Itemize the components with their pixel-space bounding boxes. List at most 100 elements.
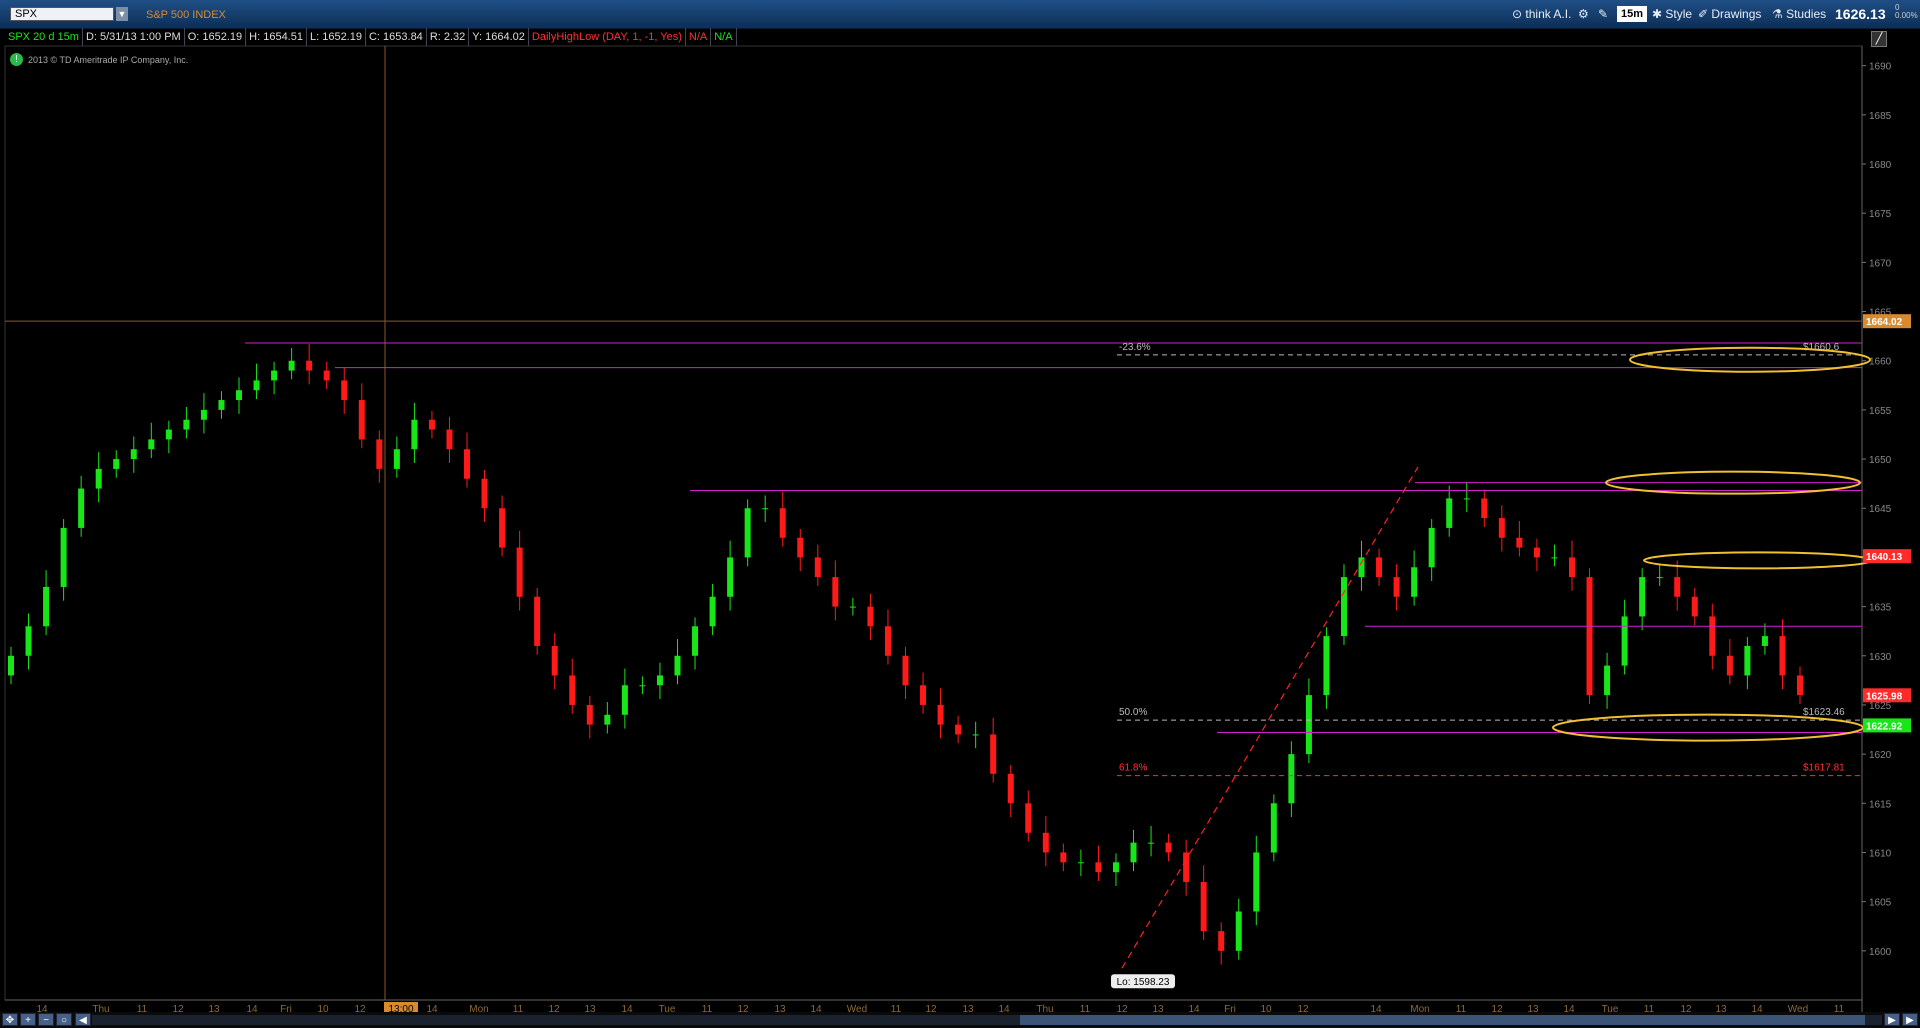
candle-body: [428, 419, 435, 430]
candle-body: [130, 449, 137, 460]
y-tick-label: 1630: [1869, 652, 1892, 663]
plot-frame: [4, 45, 1863, 1001]
candle-body: [1498, 518, 1505, 538]
highlight-ellipse: [1643, 551, 1873, 570]
candle-body: [1691, 596, 1698, 617]
pan-icon[interactable]: ✥: [2, 1013, 18, 1026]
candle-body: [1411, 567, 1418, 597]
candle-body: [937, 704, 944, 725]
candle-body: [1481, 498, 1488, 519]
candle-body: [884, 626, 891, 656]
candle-body: [516, 547, 523, 597]
candle-body: [253, 380, 260, 391]
candle-body: [1586, 577, 1593, 696]
candle-body: [1340, 577, 1347, 637]
highlight-ellipse: [1629, 346, 1871, 373]
fib-label: 50.0%: [1119, 707, 1147, 718]
candle-body: [1709, 616, 1716, 656]
y-tick-label: 1660: [1869, 357, 1892, 368]
low-label: Lo: 1598.23: [1117, 977, 1170, 988]
price-tag-label: 1640.13: [1866, 552, 1903, 563]
candle-body: [1726, 655, 1733, 676]
candle-body: [341, 380, 348, 401]
candle-body: [1674, 577, 1681, 597]
candle-body: [8, 655, 14, 676]
candle-body: [1604, 665, 1611, 696]
candle-body: [113, 459, 120, 469]
candle-body: [78, 488, 85, 528]
candle-body: [1376, 557, 1383, 578]
y-tick-label: 1635: [1869, 603, 1892, 614]
candle-body: [920, 685, 927, 705]
candle-body: [692, 626, 699, 656]
candle-body: [60, 527, 67, 587]
y-tick-label: 1625: [1869, 701, 1892, 712]
candle-body: [1779, 636, 1786, 676]
fib-label: -23.6%: [1119, 342, 1151, 353]
candle-body: [481, 478, 488, 509]
candle-body: [218, 400, 225, 410]
candle-body: [797, 537, 804, 558]
y-tick-label: 1685: [1869, 111, 1892, 122]
candle-body: [306, 360, 313, 371]
scroll-right-icon[interactable]: ▶: [1884, 1013, 1900, 1026]
candle-body: [499, 508, 506, 548]
candle-body: [1042, 832, 1049, 853]
candle-body: [569, 675, 576, 705]
y-tick-label: 1655: [1869, 406, 1892, 417]
price-chart[interactable]: 1600160516101615162016251630163516401645…: [0, 0, 1920, 1028]
scroll-thumb[interactable]: [1020, 1015, 1865, 1025]
scroll-left-icon[interactable]: ◀: [75, 1013, 91, 1026]
candle-body: [1551, 557, 1558, 559]
candle-body: [727, 557, 734, 597]
candle-body: [200, 409, 207, 420]
candle-body: [1148, 842, 1155, 844]
candle-body: [1797, 675, 1803, 696]
reset-zoom-icon[interactable]: ○: [56, 1013, 72, 1026]
zoom-in-icon[interactable]: +: [20, 1013, 36, 1026]
y-tick-label: 1600: [1869, 947, 1892, 958]
candle-body: [1025, 803, 1032, 833]
candle-body: [446, 429, 453, 450]
candle-body: [1744, 645, 1751, 676]
candle-body: [779, 508, 786, 538]
candle-body: [955, 724, 962, 735]
candle-body: [1358, 557, 1365, 578]
candle-body: [1428, 527, 1435, 568]
candle-body: [1323, 636, 1330, 696]
candle-body: [990, 734, 997, 774]
y-tick-label: 1650: [1869, 455, 1892, 466]
candle-body: [1568, 557, 1575, 578]
candle-body: [604, 714, 611, 725]
candle-body: [1288, 754, 1295, 804]
candle-body: [674, 655, 681, 676]
scroll-end-icon[interactable]: ▶: [1902, 1013, 1918, 1026]
y-tick-label: 1615: [1869, 799, 1892, 810]
price-tag-label: 1664.02: [1866, 317, 1903, 328]
y-tick-label: 1690: [1869, 62, 1892, 73]
candle-body: [656, 675, 663, 686]
candle-body: [236, 390, 243, 401]
candle-body: [393, 449, 400, 469]
candle-body: [165, 429, 172, 440]
candle-body: [867, 606, 874, 627]
highlight-ellipse: [1552, 713, 1864, 742]
zoom-out-icon[interactable]: −: [38, 1013, 54, 1026]
fib-price-label: $1617.81: [1803, 763, 1845, 774]
candle-body: [1077, 862, 1084, 864]
y-tick-label: 1605: [1869, 898, 1892, 909]
y-tick-label: 1610: [1869, 848, 1892, 859]
candle-body: [183, 419, 190, 430]
candle-body: [621, 685, 628, 715]
candle-body: [709, 596, 716, 627]
candle-body: [271, 370, 278, 381]
candle-body: [814, 557, 821, 578]
candle-body: [586, 704, 593, 725]
y-tick-label: 1680: [1869, 160, 1892, 171]
candle-body: [1621, 616, 1628, 666]
y-tick-label: 1620: [1869, 750, 1892, 761]
candle-body: [902, 655, 909, 686]
candle-body: [1656, 577, 1663, 579]
candle-body: [1305, 695, 1312, 755]
candle-body: [1761, 636, 1768, 646]
